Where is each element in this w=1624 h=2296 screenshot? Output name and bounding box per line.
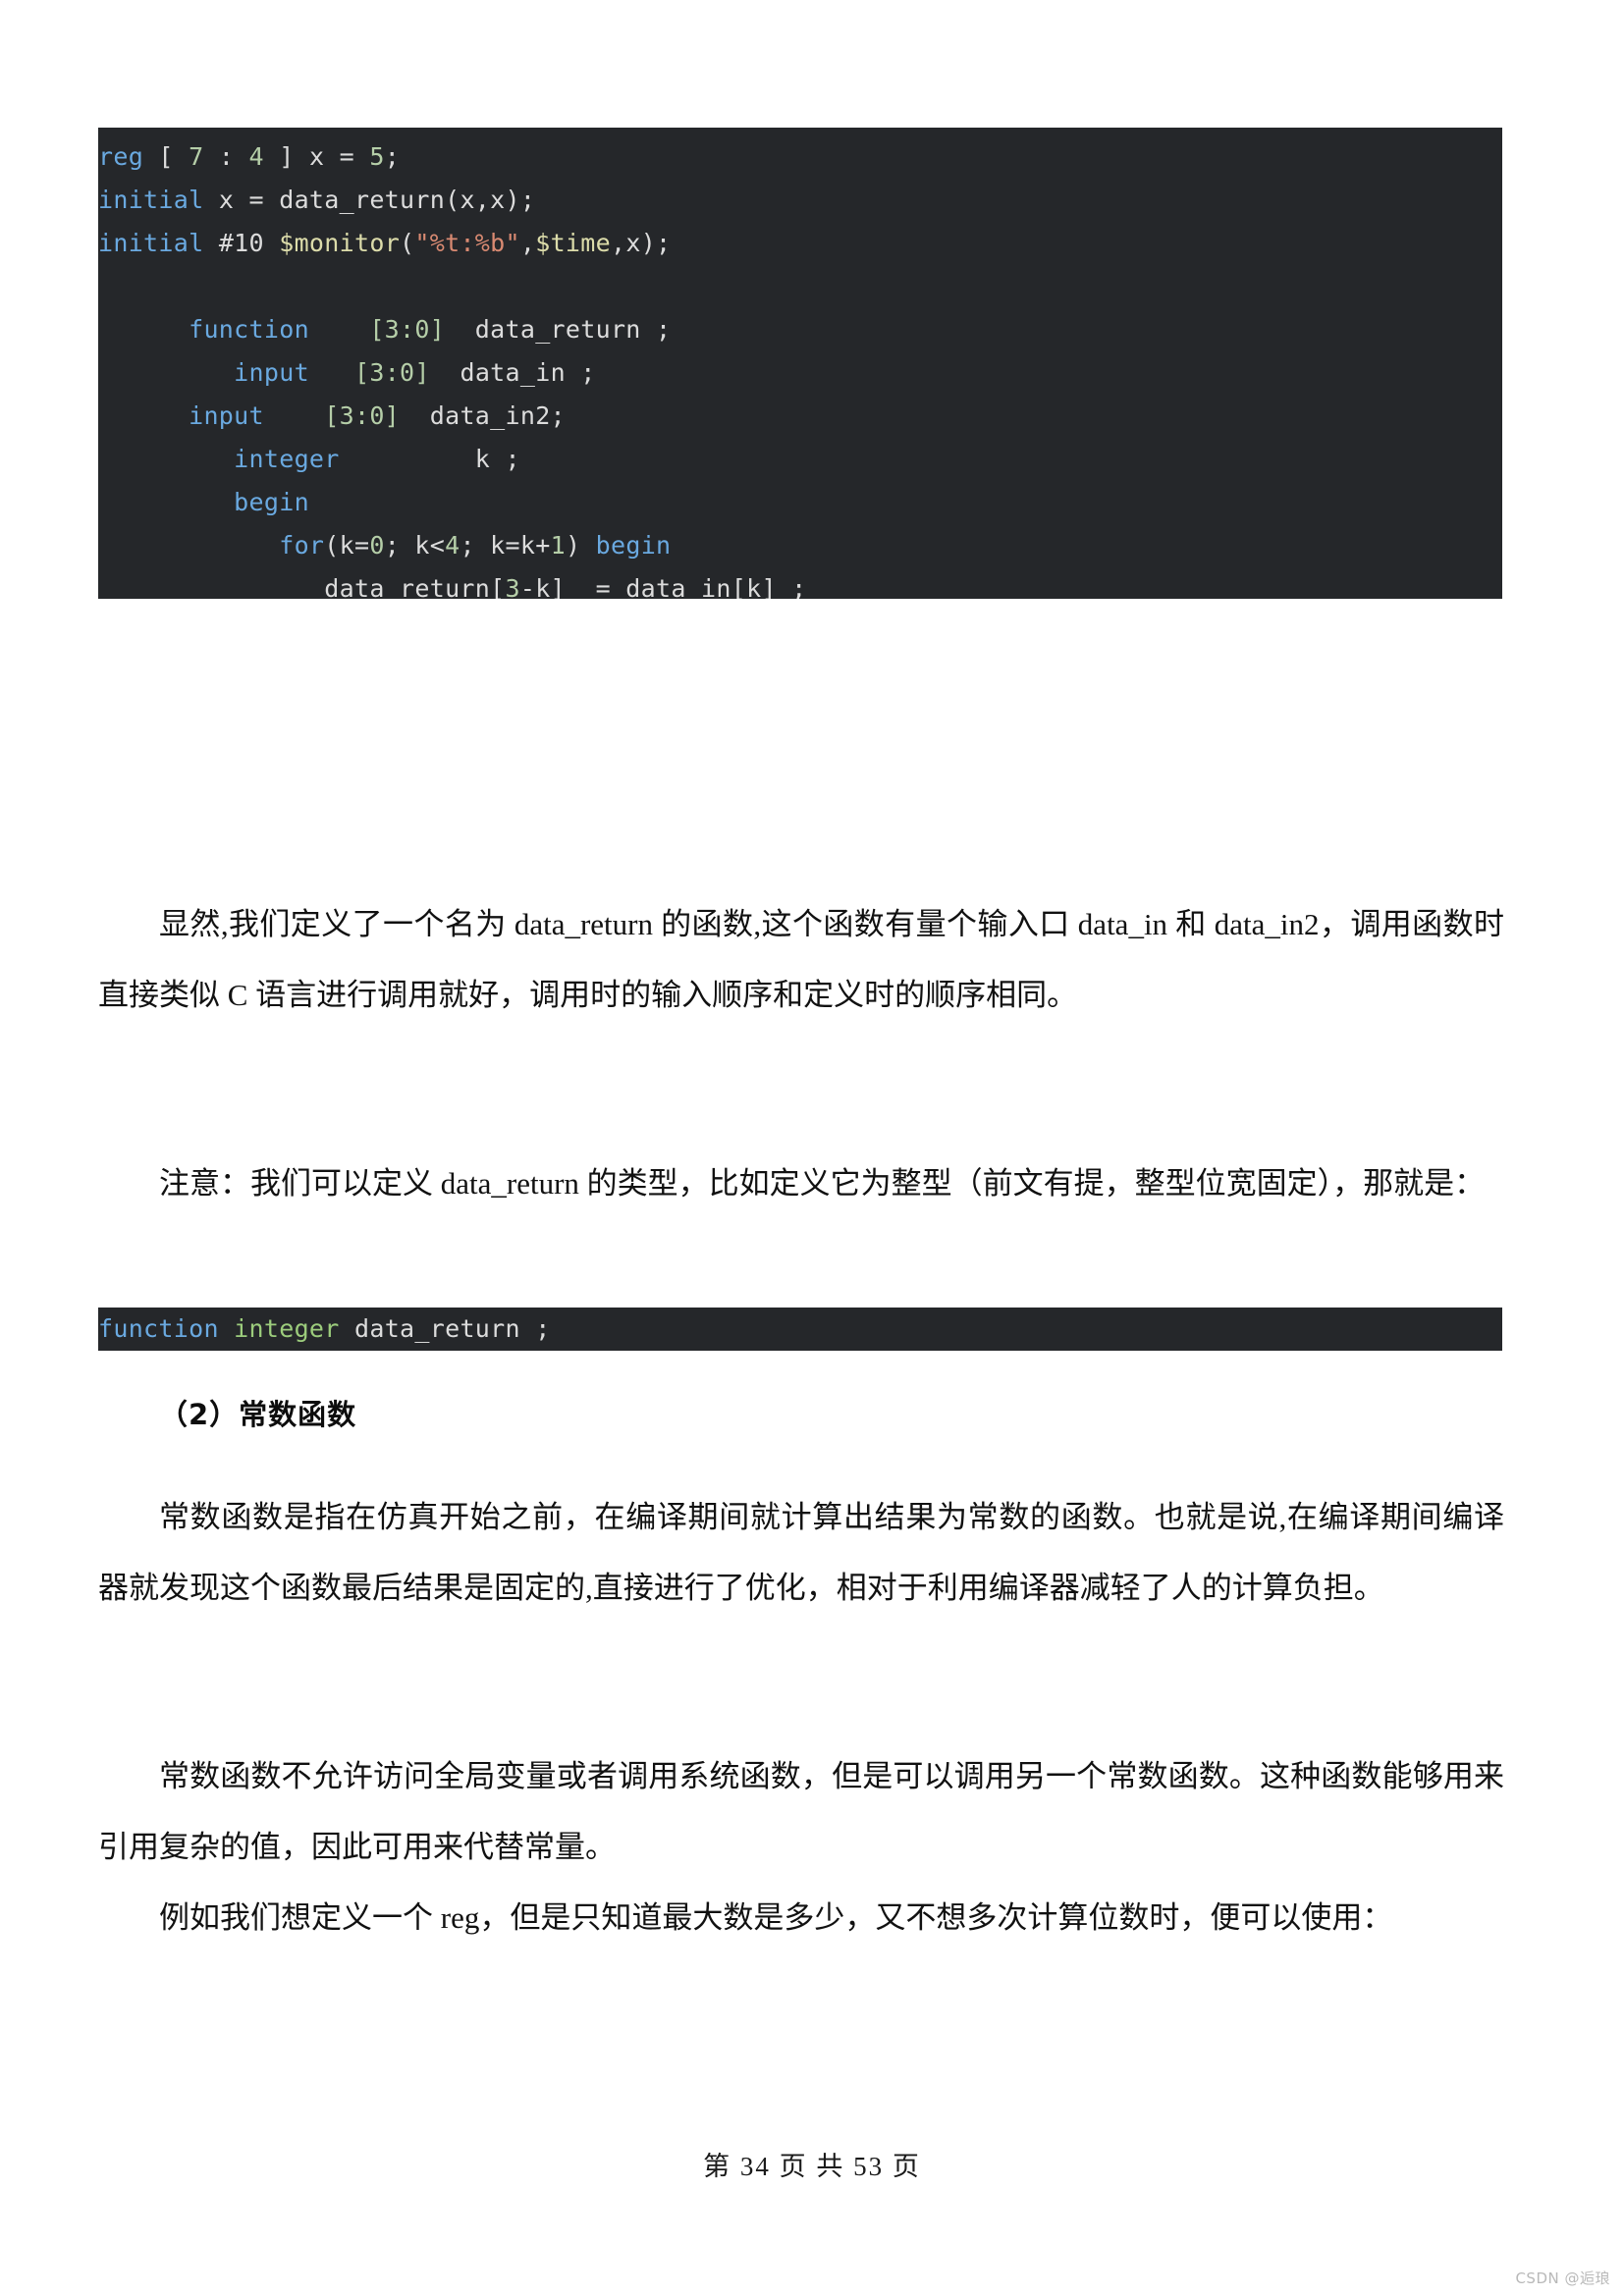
code-token: ; [384,142,401,171]
paragraph-constant-function-definition: 常数函数是指在仿真开始之前，在编译期间就计算出结果为常数的函数。也就是说,在编译… [98,1500,1504,1605]
csdn-watermark: CSDN @逅琅 [1515,2269,1610,2287]
code-token: ; k< [384,531,446,560]
code-token: ] x = [263,142,370,171]
code-token: -k] = data_in[k] ; [519,574,807,599]
code-token: data_in2; [400,401,566,430]
page-number-footer: 第 34 页 共 53 页 [703,2152,921,2181]
code-token: data_return ; [339,1314,551,1343]
code-token: : [203,142,249,171]
code-line: function integer data_return ; [98,1308,1502,1351]
code-line: for(k=0; k<4; k=k+1) begin [98,524,1502,567]
code-token: ; k=k+ [460,531,551,560]
code-token: 1 [550,531,566,560]
code-token: 3 [505,574,520,599]
code-token: #10 [203,229,280,257]
code-token: 4 [445,531,460,560]
code-block-verilog-function: reg [ 7 : 4 ] x = 5; initial x = data_ret… [98,128,1502,599]
code-token: $time [535,229,611,257]
code-token: initial [98,229,204,257]
code-line: input [3:0] data_in ; [98,351,1502,395]
code-token: integer [234,1314,340,1343]
code-token: initial [98,186,204,214]
code-token: 5 [369,142,385,171]
code-token: (k= [324,531,370,560]
section-heading-constant-function: （2）常数函数 [159,1398,357,1431]
code-token: , [519,229,536,257]
code-line: initial x = data_return(x,x); [98,179,1502,222]
code-line: data_return[3-k] = data_in[k] ; [98,567,1502,599]
code-token: 4 [248,142,264,171]
code-token: function [189,315,309,344]
code-token: input [189,401,264,430]
code-token: begin [595,531,672,560]
code-token: data_return[ [98,574,506,599]
code-token: ) [565,531,596,560]
code-line: input [3:0] data_in2; [98,395,1502,438]
code-token: data_in ; [429,358,596,387]
code-token: for [279,531,325,560]
code-token: k ; [339,445,520,473]
code-line: begin [98,481,1502,524]
code-block-function-integer: function integer data_return ; [98,1308,1502,1351]
paragraph-example-intro: 例如我们想定义一个 reg，但是只知道最大数是多少，又不想多次计算位数时，便可以… [159,1900,1393,1935]
code-token: integer [234,445,340,473]
code-token: "%t:%b" [414,229,520,257]
code-line: reg [ 7 : 4 ] x = 5; [98,135,1502,179]
code-token: input [234,358,309,387]
code-token: [3:0] [324,401,401,430]
code-token: [3:0] [369,315,446,344]
code-line: initial #10 $monitor("%t:%b",$time,x); [98,222,1502,265]
code-token: ,x); [611,229,672,257]
code-token: 7 [189,142,204,171]
code-token: ( [400,229,415,257]
code-token: $monitor [279,229,401,257]
code-line: integer k ; [98,438,1502,481]
code-line: function [3:0] data_return ; [98,308,1502,351]
code-token: 0 [369,531,385,560]
code-token: begin [234,488,309,516]
code-token: data_return ; [445,315,672,344]
code-token: x = data_return(x,x); [203,186,536,214]
code-token: reg [98,142,159,171]
paragraph-function-explanation: 显然,我们定义了一个名为 data_return 的函数,这个函数有量个输入口 … [98,907,1504,1012]
code-token: function [98,1314,219,1343]
paragraph-note-return-type: 注意：我们可以定义 data_return 的类型，比如定义它为整型（前文有提，… [159,1166,1486,1201]
code-token: [ [158,142,189,171]
paragraph-constant-function-restrictions: 常数函数不允许访问全局变量或者调用系统函数，但是可以调用另一个常数函数。这种函数… [98,1759,1504,1864]
document-page: reg [ 7 : 4 ] x = 5; initial x = data_ret… [0,0,1624,2296]
code-token: [3:0] [354,358,430,387]
